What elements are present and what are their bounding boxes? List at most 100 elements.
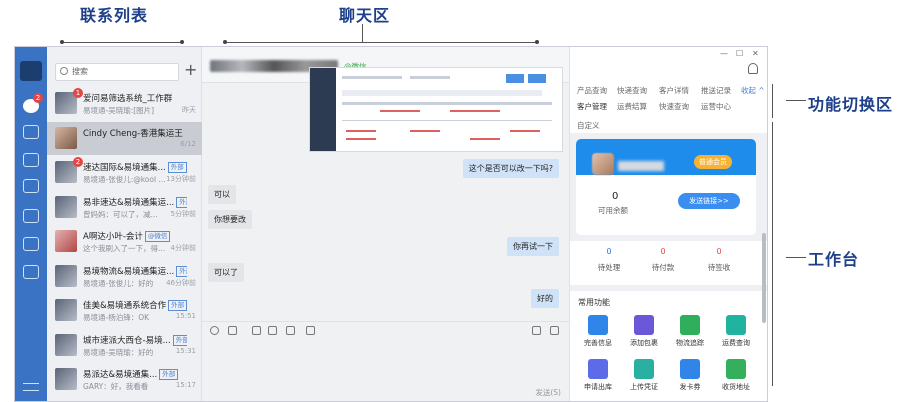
contact-last-message: GARY：好，我看看 <box>83 382 149 391</box>
contact-name: 佳美&易境通系统合作 外部 <box>83 299 187 311</box>
contact-time: 5分钟前 <box>170 209 196 218</box>
org-icon[interactable] <box>23 125 39 139</box>
contact-item[interactable]: A啊达小叶-会计 @微信 这个我刷入了一下，得... 4分钟前 <box>47 225 202 258</box>
tab-operation-center[interactable]: 运营中心 <box>701 101 731 112</box>
close-button[interactable]: ✕ <box>752 49 759 58</box>
contact-time: 15:51 <box>175 312 196 320</box>
annotation-switch-tick <box>772 84 773 118</box>
contact-tag: @微信 <box>144 231 171 242</box>
apps-icon[interactable] <box>23 179 39 193</box>
tab-custom[interactable]: 自定义 <box>577 120 600 131</box>
function-tile[interactable]: 完善信息 <box>578 315 618 348</box>
search-input[interactable]: 搜索 <box>55 63 179 81</box>
contact-name: 易境物流&易境通集运...外部 <box>83 265 187 277</box>
contact-item[interactable]: 城市速派大西仓-易境...外部易境通-吴晓瑜：好的 15:31 <box>47 329 202 362</box>
doc-icon[interactable] <box>23 209 39 223</box>
function-icon <box>588 359 608 379</box>
stat-pending[interactable]: 0 待处理 <box>584 247 634 273</box>
add-button[interactable]: + <box>184 61 197 79</box>
image-icon[interactable] <box>252 326 261 335</box>
scissors-icon[interactable] <box>228 326 237 335</box>
screen-icon[interactable] <box>532 326 541 335</box>
contact-name: 易派达&易境通集... 外部 <box>83 368 187 380</box>
user-icon[interactable] <box>748 63 758 74</box>
search-icon <box>60 67 68 75</box>
message-bubble-out: 你再试一下 <box>507 237 559 256</box>
tab-product-query[interactable]: 产品查询 <box>577 85 607 96</box>
contact-name: 爱问易筛选系统_工作群 <box>83 94 173 104</box>
function-label: 发卡券 <box>679 383 701 391</box>
function-tile[interactable]: 发卡券 <box>670 359 710 392</box>
app-window: 2 搜索 + 1 爱问易筛选系统_工作群 易境通-吴晓瑜:[图片] 昨天 Cindy C… <box>14 46 768 402</box>
tab-customer-detail[interactable]: 客户详情 <box>659 85 689 96</box>
function-label: 添加包裹 <box>630 339 658 347</box>
annotation-switch: 功能切换区 <box>808 95 894 114</box>
phone-icon[interactable] <box>306 326 315 335</box>
contact-time: 6/12 <box>180 139 196 148</box>
function-icon <box>634 315 654 335</box>
stat-to-receive[interactable]: 0 待签收 <box>694 247 744 273</box>
function-label: 物流追踪 <box>676 339 704 347</box>
word-icon[interactable] <box>268 326 277 335</box>
panel-toggle-icon[interactable] <box>550 326 559 335</box>
contact-item[interactable]: 2 速达国际&易境通集... 外部 易境通-张俊儿:@kool ... 13分钟前 <box>47 156 202 189</box>
function-tile[interactable]: 收货地址 <box>716 359 756 392</box>
workbench: 普通会员 0 可用余额 发送链接>> 0 待处理 0 待付款 0 待签收 常用功能 完… <box>570 133 767 401</box>
cloud-icon[interactable] <box>23 265 39 279</box>
contact-item[interactable]: 易境物流&易境通集运...外部易境通-张俊儿：好的 46分钟前 <box>47 260 202 293</box>
minimize-button[interactable]: — <box>720 49 728 58</box>
function-label: 上传凭证 <box>630 383 658 391</box>
tab-quick-query[interactable]: 快速查询 <box>659 101 689 112</box>
shared-screenshot-image[interactable] <box>309 67 563 152</box>
folder-icon[interactable] <box>286 326 295 335</box>
emoji-icon[interactable] <box>210 326 219 335</box>
avatar <box>55 333 77 356</box>
function-tile[interactable]: 添加包裹 <box>624 315 664 348</box>
member-badge: 普通会员 <box>694 155 732 169</box>
unread-badge: 2 <box>73 157 83 167</box>
cube-icon[interactable] <box>23 237 39 251</box>
common-functions-title: 常用功能 <box>578 298 610 307</box>
menu-icon[interactable] <box>23 383 39 391</box>
contact-last-message: 易境通-吴晓瑜：好的 <box>83 347 154 357</box>
calendar-icon[interactable] <box>23 153 39 167</box>
contact-time: 4分钟前 <box>170 244 196 252</box>
message-bubble-out: 好的 <box>531 289 559 308</box>
contact-last-message: 这个我刷入了一下，得... <box>83 244 165 253</box>
function-tile[interactable]: 物流追踪 <box>670 315 710 348</box>
avatar <box>55 299 77 321</box>
function-tile[interactable]: 申请出库 <box>578 359 618 392</box>
send-link-button[interactable]: 发送链接>> <box>678 193 740 209</box>
contact-time: 昨天 <box>182 106 196 114</box>
contact-item[interactable]: 易派达&易境通集... 外部 GARY：好，我看看 15:17 <box>47 363 202 396</box>
contact-tag: 外部 <box>159 369 179 380</box>
contact-item[interactable]: 易非速达&易境通集运...外部曾妈妈：可以了，减... 5分钟前 <box>47 191 202 224</box>
function-label: 申请出库 <box>584 383 612 391</box>
contact-item[interactable]: 佳美&易境通系统合作 外部 易境通-杨泊锋：OK 15:51 <box>47 294 202 327</box>
function-tile[interactable]: 上传凭证 <box>624 359 664 392</box>
maximize-button[interactable]: ☐ <box>736 49 743 58</box>
tab-customer-management[interactable]: 客户管理 <box>577 101 607 112</box>
contact-last-message: 易境通-吴晓瑜:[图片] <box>83 106 155 115</box>
tab-freight-settlement[interactable]: 运费结算 <box>617 101 647 112</box>
contact-item[interactable]: Cindy Cheng-香港集运王（...6/12 <box>47 121 202 155</box>
scrollbar[interactable] <box>762 233 766 323</box>
annotation-switch-line <box>786 100 806 101</box>
balance-value: 0 <box>612 191 619 202</box>
contact-name: 速达国际&易境通集... 外部 <box>83 161 187 173</box>
function-label: 收货地址 <box>722 383 750 391</box>
stat-unpaid[interactable]: 0 待付款 <box>638 247 688 273</box>
contact-last-message: 易境通-张俊儿:@kool ... <box>83 175 165 184</box>
common-functions: 常用功能 完善信息 添加包裹 物流追踪 运费查询申请出库 上传凭证 发卡券 收货地址 <box>570 291 767 401</box>
annotation-dot <box>180 40 184 44</box>
contact-item[interactable]: 1 爱问易筛选系统_工作群 易境通-吴晓瑜:[图片] 昨天 <box>47 87 202 120</box>
function-tile[interactable]: 运费查询 <box>716 315 756 348</box>
annotation-dot <box>535 40 539 44</box>
tab-collapse[interactable]: 收起 ^ <box>741 85 765 96</box>
tab-express-query[interactable]: 快递查询 <box>617 85 647 96</box>
send-button[interactable]: 发送(S) <box>535 387 561 398</box>
tab-push-record[interactable]: 推送记录 <box>701 85 731 96</box>
avatar <box>55 126 77 149</box>
function-icon <box>680 315 700 335</box>
contact-name: 城市速派大西仓-易境...外部 <box>83 334 187 346</box>
